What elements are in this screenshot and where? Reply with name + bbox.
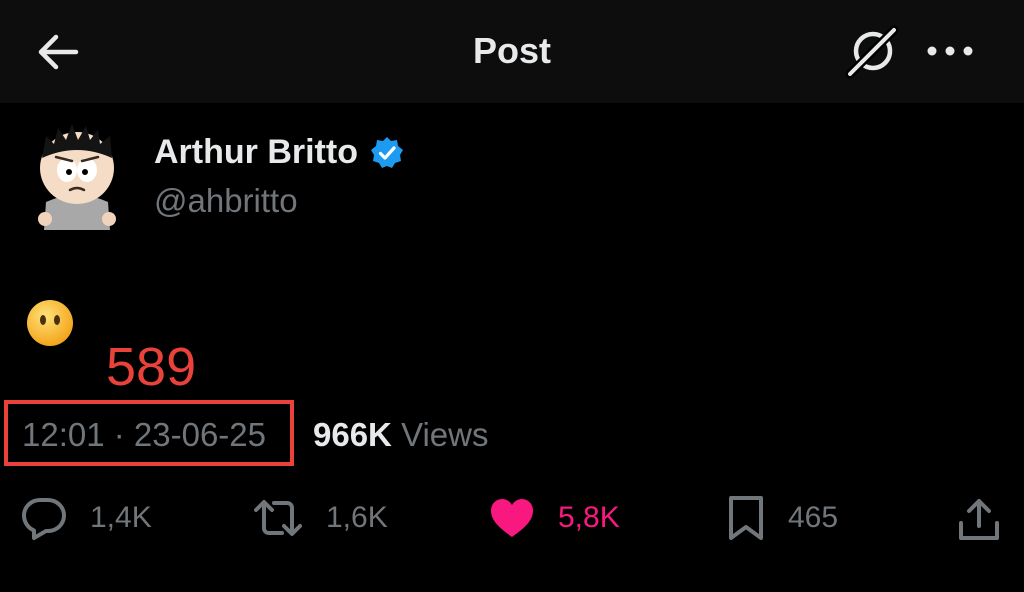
repost-button[interactable]: 1,6K: [252, 494, 388, 542]
heart-filled-icon: [491, 499, 533, 537]
post-timestamp[interactable]: 12:01 · 23-06-25: [22, 416, 266, 454]
face-without-mouth-emoji-icon: [27, 300, 73, 346]
reply-button[interactable]: 1,4K: [20, 494, 152, 542]
annotation-number: 589: [106, 337, 197, 397]
author-display-name[interactable]: Arthur Britto: [154, 133, 358, 172]
views-count: 966K: [313, 416, 392, 453]
post-content-emoji: [26, 299, 74, 347]
bookmark-count: 465: [788, 501, 839, 534]
reply-count: 1,4K: [90, 501, 152, 534]
top-bar: Post: [0, 0, 1024, 103]
avatar-image: [38, 124, 116, 230]
grok-button[interactable]: [842, 22, 904, 80]
repost-icon: [254, 500, 302, 536]
repost-count: 1,6K: [326, 501, 388, 534]
like-count: 5,8K: [558, 501, 620, 534]
more-options-button[interactable]: [922, 34, 978, 68]
views-stat[interactable]: 966K Views: [313, 416, 489, 454]
avatar[interactable]: [34, 118, 120, 230]
bookmark-icon: [729, 496, 763, 540]
author-handle[interactable]: @ahbritto: [154, 182, 298, 220]
like-button[interactable]: 5,8K: [488, 494, 620, 542]
reply-icon: [22, 498, 66, 540]
share-button[interactable]: [955, 496, 1003, 544]
views-label: Views: [401, 416, 489, 453]
share-icon: [959, 499, 999, 540]
bookmark-button[interactable]: 465: [726, 494, 838, 542]
author-name-row: Arthur Britto: [154, 133, 404, 172]
grok-icon: [845, 25, 899, 79]
more-dots-icon: [927, 46, 973, 56]
verified-badge-icon: [370, 136, 403, 168]
